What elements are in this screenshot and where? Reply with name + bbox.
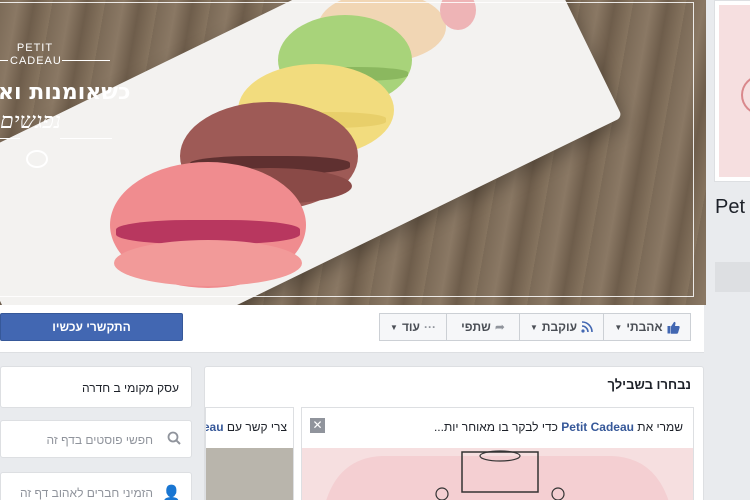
suggestion-contact-prefix: צרי קשר עם [226,420,287,434]
more-button[interactable]: ▼ עוד ··· [379,313,447,341]
page-search-box[interactable]: חפשי פוסטים בדף זה [0,420,192,458]
suggestion-page-link[interactable]: Petit Cadeau [561,420,634,434]
call-now-button[interactable]: התקשרי עכשיו [0,313,183,341]
local-business-card[interactable]: עסק מקומי ב חדרה [0,366,192,408]
rss-icon [581,321,593,333]
follow-button-label: עוקבת [541,320,578,334]
local-business-text: עסק מקומי ב חדרה [81,381,179,395]
logo-hebrew-text: כשאומנות וא [0,80,131,105]
share-arrow-icon: ➦ [494,320,505,334]
suggestion-save-text: שמרי את Petit Cadeau כדי לבקר בו מאוחר י… [434,420,683,434]
share-button-label: שתפי [461,320,491,334]
brand-logo: PETIT CADEAU כשאומנות וא נפגשים [0,20,140,168]
suggested-title: נבחרו בשבילך [607,377,692,392]
like-button[interactable]: ▼ אהבתי [604,313,691,341]
cover-photo[interactable]: PETIT CADEAU כשאומנות וא נפגשים [0,0,706,305]
logo-wordmark-line2: CADEAU [10,55,62,67]
share-button[interactable]: שתפי ➦ [447,313,520,341]
logo-line-bottom-left [0,138,20,139]
search-icon [167,431,181,445]
page-action-bar: התקשרי עכשיו ▼ עוד ··· שתפי ➦ ▼ עוקבת ▼ … [0,305,704,353]
suggestion-image [302,448,693,500]
chevron-down-icon: ▼ [614,322,623,332]
logo-line-left [0,60,8,61]
more-button-label: עוד [401,320,420,334]
page-name[interactable]: Pet [715,196,745,219]
like-button-label: אהבתי [626,320,663,334]
logo-wordmark: PETIT CADEAU [10,42,62,68]
profile-ornament [741,75,750,115]
suggestion-contact-image [206,448,293,500]
profile-picture-image [719,5,750,177]
suggested-section: נבחרו בשבילך שמרי את Petit Cadeau כדי לב… [204,366,704,500]
invite-friends-text: הזמיני חברים לאהוב דף זה [19,486,153,500]
suggestion-contact-page-link[interactable]: Petit Cadeau [206,420,224,434]
add-person-icon: 👤 [162,485,181,500]
invite-friends-card[interactable]: הזמיני חברים לאהוב דף זה 👤 [0,472,192,500]
logo-line-right [62,60,110,61]
chevron-down-icon: ▼ [390,322,398,332]
cake-icon [26,150,48,168]
more-dots-icon: ··· [423,320,436,334]
logo-wordmark-line1: PETIT [16,42,54,54]
logo-line-bottom-right [60,138,112,139]
close-icon[interactable]: ✕ [310,418,325,433]
follow-button[interactable]: ▼ עוקבת [520,313,604,341]
suggestion-card-save[interactable]: שמרי את Petit Cadeau כדי לבקר בו מאוחר י… [301,407,694,500]
logo-script-text: נפגשים [0,109,62,134]
search-input[interactable]: חפשי פוסטים בדף זה [47,433,153,447]
suggestion-card-contact[interactable]: צרי קשר עם Petit Cadeau [205,407,294,500]
chevron-down-icon: ▼ [529,322,538,332]
profile-picture[interactable] [714,0,750,182]
suggestion-illustration [326,450,669,500]
suggestion-save-suffix: כדי לבקר בו מאוחר יות... [433,420,558,434]
thumbs-up-icon [667,321,680,334]
action-button-group: ▼ עוד ··· שתפי ➦ ▼ עוקבת ▼ אהבתי [379,313,691,341]
suggestion-save-prefix: שמרי את [637,420,683,434]
suggestion-contact-text: צרי קשר עם Petit Cadeau [206,420,287,434]
profile-nav-placeholder [715,262,750,292]
